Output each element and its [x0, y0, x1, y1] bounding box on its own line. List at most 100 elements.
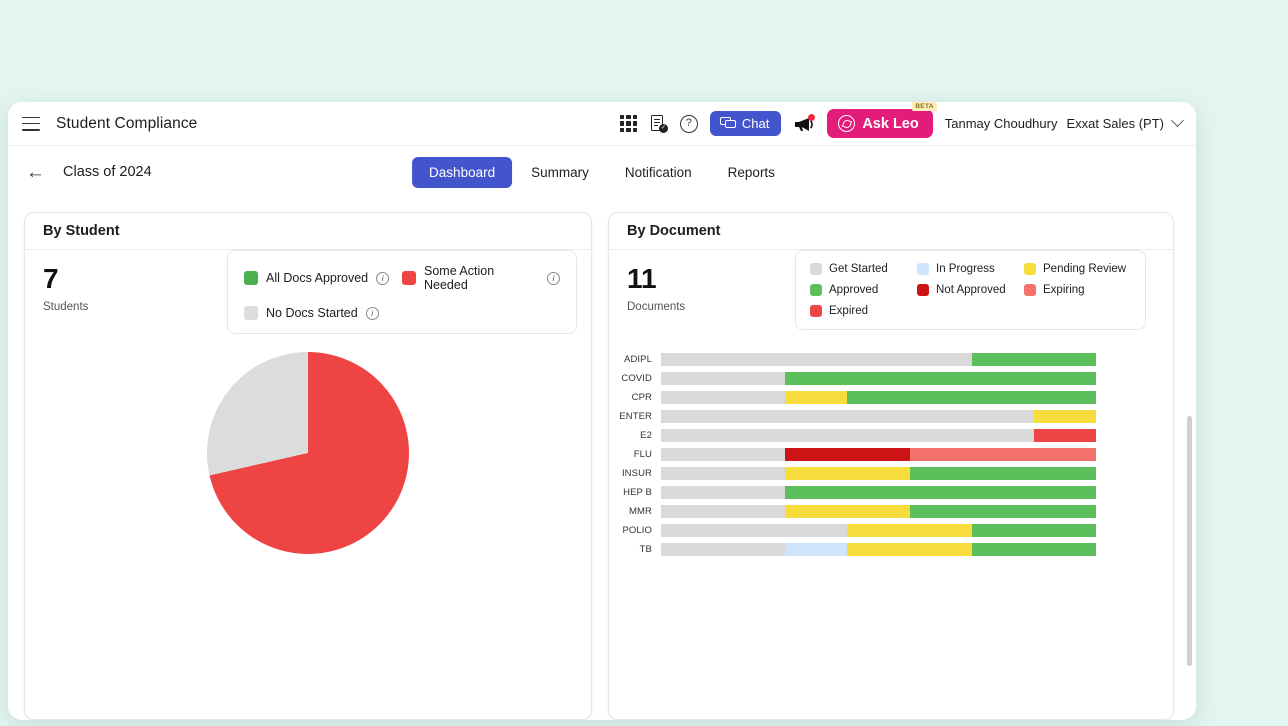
bar-segment-get-started[interactable] [661, 429, 1034, 442]
bar-segment-approved[interactable] [909, 505, 1096, 518]
legend-label: All Docs Approved [266, 271, 369, 285]
student-pie-chart [207, 352, 409, 554]
legend-label: Some Action Needed [424, 264, 495, 292]
legend-label: Not Approved [936, 284, 1006, 296]
student-pie-chart-wrap [25, 352, 591, 554]
bar-row-label: E2 [640, 430, 652, 441]
bar-row: MMR [609, 502, 1173, 521]
document-legend-row: Approved Not Approved Expiring [810, 284, 1131, 296]
bar-segment-pending-review[interactable] [785, 391, 848, 404]
legend-item-expired[interactable]: Expired [810, 305, 922, 317]
bar-track[interactable] [661, 429, 1096, 442]
bar-segment-get-started[interactable] [661, 543, 786, 556]
notification-dot [808, 113, 816, 121]
bar-track[interactable] [661, 448, 1096, 461]
legend-swatch-approved [810, 284, 822, 296]
legend-item-expiring[interactable]: Expiring [1024, 284, 1131, 296]
bar-row: COVID [609, 369, 1173, 388]
student-legend-row: No Docs Started i [244, 306, 560, 320]
chat-bubbles-icon [719, 117, 736, 130]
bar-track[interactable] [661, 372, 1096, 385]
ask-leo-beta-badge: BETA [912, 102, 937, 111]
bar-row: POLIO [609, 521, 1173, 540]
tab-summary[interactable]: Summary [514, 157, 606, 188]
info-icon[interactable]: i [547, 271, 560, 285]
bar-track[interactable] [661, 410, 1096, 423]
bar-track[interactable] [661, 524, 1096, 537]
bar-track[interactable] [661, 505, 1096, 518]
bar-segment-pending-review[interactable] [847, 543, 972, 556]
bar-segment-approved[interactable] [971, 543, 1096, 556]
back-arrow-icon[interactable]: ← [26, 163, 45, 182]
chevron-down-icon [1171, 114, 1184, 128]
bar-segment-pending-review[interactable] [785, 467, 910, 480]
by-student-body: 7 Students All Docs Approved i Some Acti… [25, 250, 591, 719]
legend-item-some-action-needed[interactable]: Some Action Needed i [402, 264, 560, 292]
info-icon[interactable]: i [376, 271, 390, 285]
chat-button-label: Chat [741, 116, 770, 131]
by-document-card: By Document 11 Documents Get Started In … [608, 212, 1174, 720]
bar-segment-get-started[interactable] [661, 524, 848, 537]
bar-segment-not-approved[interactable] [785, 448, 910, 461]
by-student-title: By Student [25, 213, 591, 250]
bar-segment-get-started[interactable] [661, 486, 786, 499]
document-check-icon[interactable]: ✓ [649, 114, 668, 133]
top-bar: Student Compliance ✓ ? Chat Ask Leo BETA… [8, 102, 1196, 146]
student-count: 7 [43, 263, 59, 294]
student-metric: 7 Students [43, 263, 88, 313]
tab-notification[interactable]: Notification [608, 157, 709, 188]
bar-segment-get-started[interactable] [661, 448, 786, 461]
legend-item-no-docs-started[interactable]: No Docs Started i [244, 306, 422, 320]
bar-segment-pending-review[interactable] [785, 505, 910, 518]
bar-track[interactable] [661, 391, 1096, 404]
bar-row: INSUR [609, 464, 1173, 483]
legend-swatch-get-started [810, 263, 822, 275]
legend-item-in-progress[interactable]: In Progress [917, 263, 1024, 275]
ask-leo-button[interactable]: Ask Leo BETA [827, 102, 937, 138]
hamburger-icon[interactable] [22, 116, 40, 131]
grid-apps-icon[interactable] [619, 115, 637, 132]
bar-segment-approved[interactable] [971, 524, 1096, 537]
bar-segment-pending-review[interactable] [1033, 410, 1096, 423]
bar-segment-get-started[interactable] [661, 467, 786, 480]
bar-segment-approved[interactable] [785, 372, 1096, 385]
bar-segment-get-started[interactable] [661, 505, 786, 518]
bar-segment-get-started[interactable] [661, 391, 786, 404]
content-scrollbar[interactable] [1187, 416, 1192, 666]
bar-segment-get-started[interactable] [661, 410, 1034, 423]
by-document-title: By Document [609, 213, 1173, 250]
top-bar-actions: ✓ ? Chat Ask Leo BETA Tanmay Choudhury E… [619, 102, 1186, 138]
question-circle-icon[interactable]: ? [679, 114, 698, 133]
bar-track[interactable] [661, 467, 1096, 480]
bar-segment-pending-review[interactable] [847, 524, 972, 537]
sub-header: ← Class of 2024 Dashboard Summary Notifi… [8, 146, 1196, 198]
bar-segment-approved[interactable] [909, 467, 1096, 480]
chat-button[interactable]: Chat [709, 111, 782, 136]
bar-row-label: INSUR [621, 468, 652, 479]
legend-label: Pending Review [1043, 263, 1127, 275]
tab-dashboard[interactable]: Dashboard [412, 156, 513, 188]
bar-track[interactable] [661, 543, 1096, 556]
info-icon[interactable]: i [365, 306, 379, 320]
bar-segment-approved[interactable] [971, 353, 1096, 366]
legend-item-get-started[interactable]: Get Started [810, 263, 917, 275]
bar-segment-get-started[interactable] [661, 353, 972, 366]
bar-track[interactable] [661, 353, 1096, 366]
user-menu[interactable]: Tanmay Choudhury Exxat Sales (PT) [945, 114, 1186, 131]
bar-segment-approved[interactable] [847, 391, 1096, 404]
bar-track[interactable] [661, 486, 1096, 499]
tab-reports[interactable]: Reports [711, 157, 792, 188]
legend-item-not-approved[interactable]: Not Approved [917, 284, 1024, 296]
dashboard-content: By Student 7 Students All Docs Approved … [8, 198, 1196, 720]
bar-segment-get-started[interactable] [661, 372, 786, 385]
bar-segment-approved[interactable] [785, 486, 1096, 499]
megaphone-icon[interactable] [793, 113, 816, 133]
ask-leo-label: Ask Leo [862, 115, 919, 132]
bar-segment-in-progress[interactable] [785, 543, 848, 556]
legend-item-approved[interactable]: Approved [810, 284, 917, 296]
bar-row-label: ENTER [619, 411, 652, 422]
bar-segment-expired[interactable] [1033, 429, 1096, 442]
legend-item-all-docs-approved[interactable]: All Docs Approved i [244, 271, 402, 285]
bar-segment-expiring[interactable] [909, 448, 1096, 461]
legend-item-pending-review[interactable]: Pending Review [1024, 263, 1131, 275]
